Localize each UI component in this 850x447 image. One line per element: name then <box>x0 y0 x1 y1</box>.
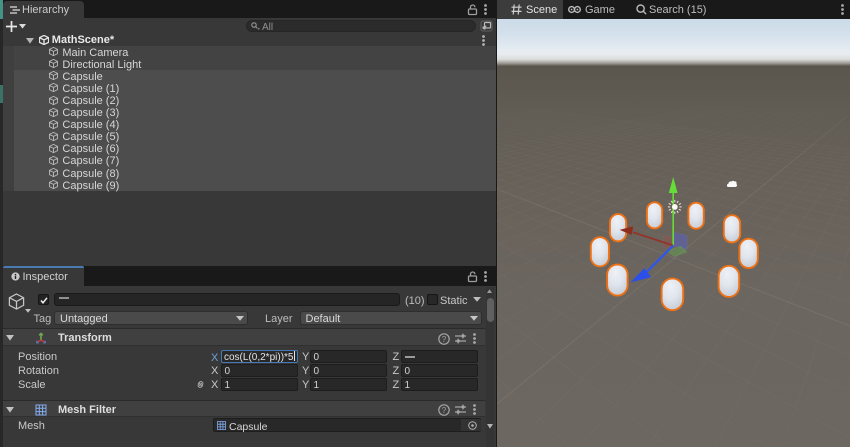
svg-text:?: ? <box>442 334 447 343</box>
svg-text:?: ? <box>442 405 447 414</box>
